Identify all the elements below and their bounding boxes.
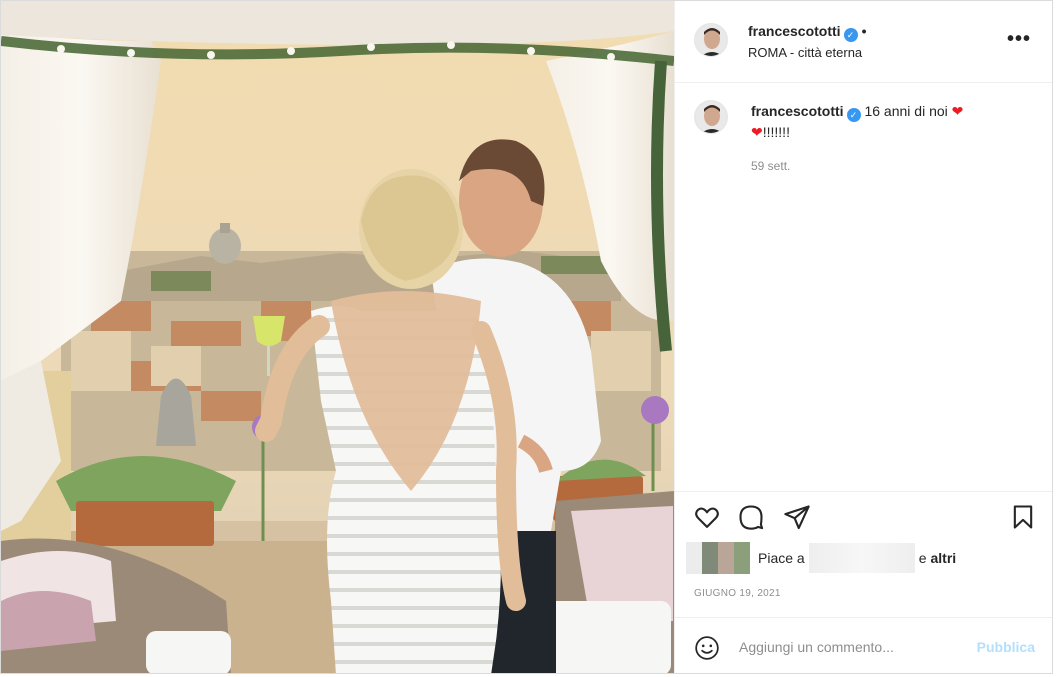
post-photo[interactable] [1,1,674,673]
bookmark-icon [1013,505,1033,529]
red-heart-icon: ❤ [951,103,964,119]
caption-suffix: !!!!!!! [762,124,790,140]
profile-photo-icon [695,101,727,133]
more-options-icon[interactable]: ••• [1007,29,1031,49]
like-button[interactable] [693,503,721,531]
caption-username[interactable]: francescototti [751,103,844,119]
verified-badge-icon: ✓ [843,28,858,42]
action-section: Piace a e altri GIUGNO 19, 2021 Pubblica [675,491,1052,673]
blurred-liker-name[interactable] [808,543,915,573]
post-sidebar: francescototti ✓ • ROMA - città eterna •••… [674,1,1052,673]
comment-button[interactable] [737,503,765,531]
smiley-icon [695,636,719,660]
profile-photo-icon [695,24,727,56]
others-link[interactable]: altri [931,550,957,566]
liker-avatars[interactable] [686,542,750,574]
likes-summary: Piace a e altri [686,542,956,574]
caption-text: francescototti ✓ 16 anni di noi ❤ ❤!!!!!!… [751,101,1041,143]
caption-avatar[interactable] [694,100,728,134]
heart-outline-icon [695,507,719,528]
post-header: francescototti ✓ • ROMA - città eterna ••• [675,1,1052,83]
post-date[interactable]: GIUGNO 19, 2021 [694,588,781,599]
rome-terrace-photo [1,1,674,673]
share-button[interactable] [783,503,811,531]
post-author-username[interactable]: francescototti ✓ • [748,23,866,42]
speech-bubble-icon [739,505,764,530]
liked-by-prefix: Piace a [758,550,805,566]
paper-plane-icon [784,505,810,530]
post-dialog: francescototti ✓ • ROMA - città eterna •••… [0,0,1053,674]
publish-button[interactable]: Pubblica [977,639,1035,655]
post-location[interactable]: ROMA - città eterna [748,45,862,60]
liked-by-and: e [918,550,927,566]
avatar[interactable] [694,23,728,57]
username-text[interactable]: francescototti [748,23,841,39]
verified-badge-icon: ✓ [846,108,861,122]
red-heart-icon: ❤ [751,124,763,140]
separator-dot: • [861,23,867,39]
comment-form: Pubblica [675,617,1052,673]
emoji-button[interactable] [694,635,720,661]
comment-input[interactable] [739,634,959,660]
save-button[interactable] [1009,503,1037,531]
caption-time[interactable]: 59 sett. [751,159,790,173]
caption-body: 16 anni di noi [864,103,948,119]
